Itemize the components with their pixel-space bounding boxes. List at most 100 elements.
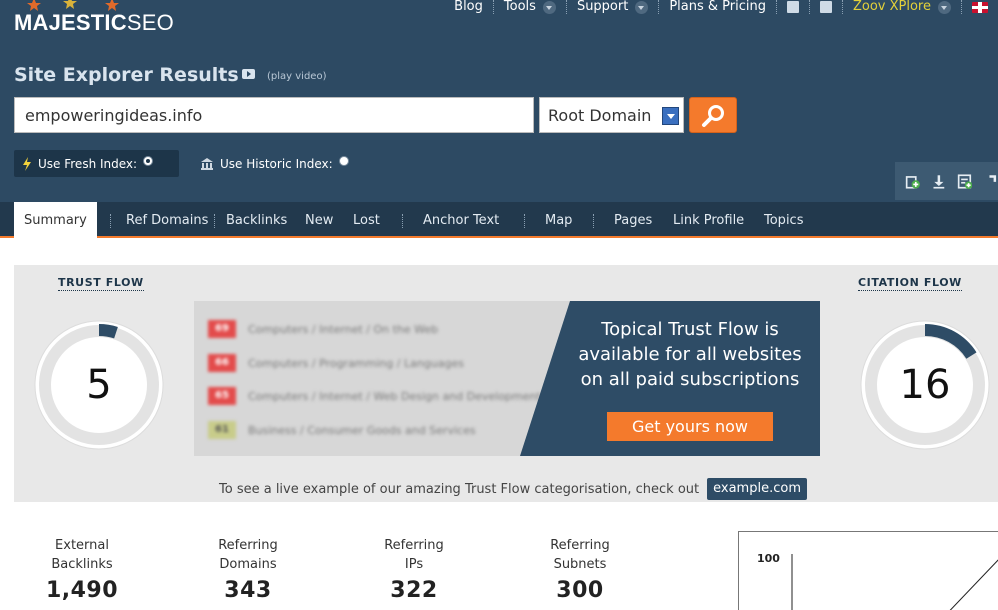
category-score: 61 xyxy=(208,421,236,439)
stat-label-line-2: IPs xyxy=(404,557,424,572)
tab-link-profile[interactable]: Link Profile xyxy=(673,202,744,238)
add-report-icon[interactable] xyxy=(957,172,973,191)
nav-plans-label: Plans & Pricing xyxy=(669,0,766,14)
tab-separator xyxy=(214,214,215,228)
category-topic: Computers / Programming / Languages xyxy=(248,356,464,370)
category-row: 61 Business / Consumer Goods and Services xyxy=(208,420,476,440)
category-topic: Computers / Internet / Web Design and De… xyxy=(248,389,541,403)
nav-support[interactable]: Support xyxy=(567,0,660,14)
header: MAJESTICSEO Blog Tools Support Plans & P… xyxy=(0,0,998,202)
chart-lines xyxy=(791,554,998,610)
report-toolbar xyxy=(895,162,998,200)
stat-label-line-1: External xyxy=(55,538,109,553)
tab-bar: Summary Ref Domains Backlinks New Lost A… xyxy=(0,202,998,239)
stat-label-line-2: Subnets xyxy=(553,557,607,572)
nav-tools-label: Tools xyxy=(503,0,536,14)
flow-metrics-chart: 100 xyxy=(738,531,998,610)
user-name: Zoov XPlore xyxy=(852,0,931,14)
fresh-index-radio[interactable] xyxy=(143,155,154,166)
nav-user[interactable]: Zoov XPlore xyxy=(843,0,962,14)
stat-label-line-1: Referring xyxy=(550,538,610,553)
fresh-index-label: Use Fresh Index: xyxy=(38,156,138,171)
tab-ref-domains[interactable]: Ref Domains xyxy=(126,202,208,238)
chevron-down-icon xyxy=(938,0,951,14)
lightning-icon xyxy=(23,156,31,171)
logo-main: MAJESTIC xyxy=(14,10,127,35)
stat-value: 1,490 xyxy=(45,578,119,603)
stat-label-line-1: Referring xyxy=(384,538,444,553)
scope-select-value: Root Domain xyxy=(548,105,652,125)
category-row: 65 Computers / Internet / Web Design and … xyxy=(208,386,541,406)
stat-value: 322 xyxy=(390,578,438,603)
promo-message: Topical Trust Flow is available for all … xyxy=(560,317,820,392)
magnifier-icon xyxy=(702,105,724,127)
historic-index-option[interactable]: Use Historic Index: xyxy=(200,150,349,177)
tab-pages[interactable]: Pages xyxy=(614,202,652,238)
page-title: Site Explorer Results xyxy=(14,64,239,86)
category-row: 66 Computers / Programming / Languages xyxy=(208,353,464,373)
nav-language[interactable] xyxy=(962,0,998,14)
uk-flag-icon xyxy=(972,1,988,13)
get-yours-now-button[interactable]: Get yours now xyxy=(607,412,773,441)
category-score: 69 xyxy=(208,320,236,338)
citation-flow-label[interactable]: CITATION FLOW xyxy=(858,276,962,291)
live-example-text: To see a live example of our amazing Tru… xyxy=(219,481,700,497)
topical-trust-flow-promo: 69 Computers / Internet / On the Web 66 Co… xyxy=(194,301,820,456)
chevron-down-icon xyxy=(635,0,649,14)
stat-external-backlinks: External Backlinks 1,490 xyxy=(12,536,152,603)
logo-sub: SEO xyxy=(126,10,174,35)
tab-separator xyxy=(402,214,403,228)
trash-icon xyxy=(819,1,832,13)
tab-anchor-text[interactable]: Anchor Text xyxy=(423,202,499,238)
tab-separator xyxy=(524,214,525,228)
tab-separator xyxy=(110,214,111,228)
tab-summary[interactable]: Summary xyxy=(14,202,97,239)
category-topic: Computers / Internet / On the Web xyxy=(248,322,439,336)
historic-index-radio[interactable] xyxy=(338,155,349,166)
stat-value: 300 xyxy=(556,578,604,603)
nav-tools[interactable]: Tools xyxy=(494,0,567,14)
stat-referring-ips: Referring IPs 322 xyxy=(344,536,484,603)
share-icon[interactable] xyxy=(982,172,998,191)
example-link[interactable]: example.com xyxy=(707,478,807,500)
promo-line-2: available for all websites xyxy=(578,344,802,365)
tab-lost[interactable]: Lost xyxy=(353,202,380,238)
tab-separator xyxy=(593,214,594,228)
top-navigation: Blog Tools Support Plans & Pricing Zoov … xyxy=(444,0,998,16)
majestic-seo-logo[interactable]: MAJESTICSEO xyxy=(14,10,174,36)
play-video-link[interactable]: (play video) xyxy=(267,71,326,82)
citation-flow-value: 16 xyxy=(899,362,951,408)
promo-line-1: Topical Trust Flow is xyxy=(601,319,779,340)
play-video-icon[interactable] xyxy=(242,69,255,79)
add-to-bucket-icon[interactable] xyxy=(905,172,921,191)
category-topic: Business / Consumer Goods and Services xyxy=(248,423,476,437)
category-score: 66 xyxy=(208,354,236,372)
nav-blog[interactable]: Blog xyxy=(444,0,494,14)
scope-select[interactable]: Root Domain xyxy=(539,97,684,133)
tab-map[interactable]: Map xyxy=(545,202,572,238)
stat-label-line-2: Backlinks xyxy=(51,557,113,572)
nav-bucket[interactable] xyxy=(810,0,843,14)
stat-referring-domains: Referring Domains 343 xyxy=(178,536,318,603)
nav-bookmark[interactable] xyxy=(777,0,810,14)
download-icon[interactable] xyxy=(931,172,947,191)
diagonal-line xyxy=(949,559,998,610)
search-button[interactable] xyxy=(689,97,737,133)
nav-plans-pricing[interactable]: Plans & Pricing xyxy=(659,0,777,14)
stat-referring-subnets: Referring Subnets 300 xyxy=(510,536,650,603)
historic-index-label: Use Historic Index: xyxy=(220,156,333,171)
tab-backlinks[interactable]: Backlinks xyxy=(226,202,287,238)
promo-line-3: on all paid subscriptions xyxy=(580,369,800,390)
dropdown-arrow-icon[interactable] xyxy=(662,107,679,125)
stat-label-line-1: Referring xyxy=(218,538,278,553)
search-input[interactable] xyxy=(14,97,534,133)
tab-topics[interactable]: Topics xyxy=(764,202,803,238)
tab-new[interactable]: New xyxy=(305,202,333,238)
stat-value: 343 xyxy=(224,578,272,603)
nav-blog-label: Blog xyxy=(454,0,483,14)
stat-label-line-2: Domains xyxy=(219,557,277,572)
live-example-note: To see a live example of our amazing Tru… xyxy=(219,478,807,500)
trust-flow-label[interactable]: TRUST FLOW xyxy=(58,276,144,291)
category-row: 69 Computers / Internet / On the Web xyxy=(208,319,438,339)
fresh-index-option[interactable]: Use Fresh Index: xyxy=(14,150,179,177)
